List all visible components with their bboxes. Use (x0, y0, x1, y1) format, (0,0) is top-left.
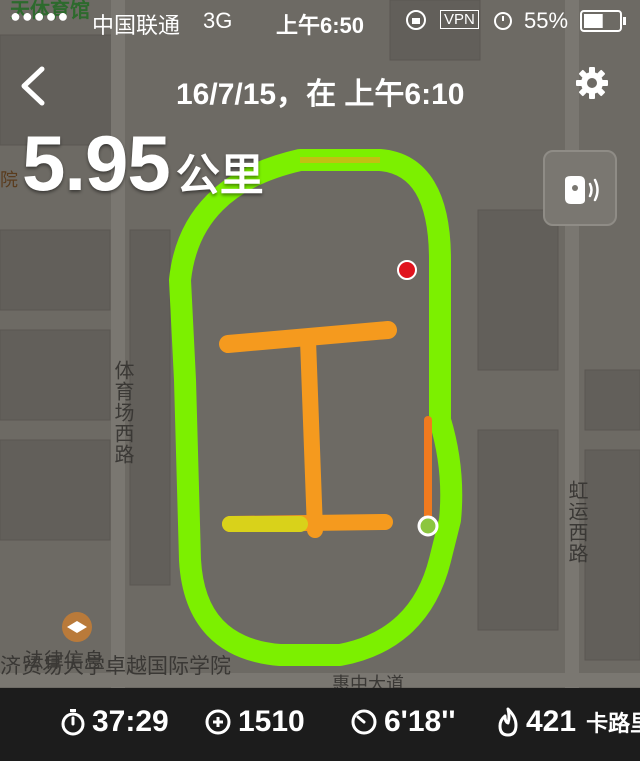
calories-unit: 卡路里 (586, 711, 640, 736)
calories-value: 421 (526, 705, 577, 738)
voice-feedback-button[interactable] (543, 150, 617, 226)
stat-duration: 37:29 (60, 705, 169, 739)
end-marker (397, 260, 417, 280)
gear-icon (576, 67, 608, 99)
elevation-icon (205, 709, 231, 735)
stat-pace: 6'18'' (350, 705, 455, 739)
battery-percent: 55% (524, 8, 569, 33)
header: 16/7/15，在 上午6:10 (0, 55, 640, 125)
distance-unit: 公里 (175, 151, 264, 200)
vpn-badge: VPN (440, 10, 479, 29)
map-label-school: 济贸易大学卓越国际学院 (0, 655, 231, 678)
chevron-left-icon (21, 66, 45, 106)
duration-value: 37:29 (92, 705, 169, 738)
alarm-icon (492, 9, 514, 37)
run-date: 16/7/15，在 上午6:10 (176, 78, 465, 111)
stat-elevation: 1510 (204, 705, 305, 739)
status-bar: ●●●●● 中国联通 3G 上午6:50 VPN 55% (0, 0, 640, 42)
stat-calories: 421 卡路里 (496, 705, 640, 739)
signal-icon: ●●●●● (10, 6, 70, 26)
rotation-lock-icon (405, 9, 427, 37)
settings-button[interactable] (574, 65, 610, 101)
stopwatch-icon (61, 709, 85, 736)
distance-value: 5.95 (22, 119, 171, 207)
map-label-road-left: 体育场西路 (111, 360, 133, 465)
map-label-edge: 院 (0, 170, 18, 190)
flame-icon (498, 707, 518, 737)
battery-icon (580, 10, 628, 38)
start-marker (417, 515, 439, 537)
elevation-value: 1510 (238, 705, 305, 738)
carrier-label: 中国联通 (92, 13, 181, 38)
back-button[interactable] (14, 63, 54, 109)
distance-summary: 5.95 公里 (22, 118, 264, 209)
map-label-avenue: 惠中大道 (332, 674, 404, 688)
status-time: 上午6:50 (276, 13, 365, 38)
pace-value: 6'18'' (384, 705, 456, 738)
stats-bar: 37:29 1510 6'18'' 421 卡路里 (0, 688, 640, 761)
speedometer-icon (351, 709, 377, 735)
map-label-road-right: 虹运西路 (565, 480, 587, 564)
network-label: 3G (203, 8, 233, 33)
voice-icon (565, 176, 599, 204)
